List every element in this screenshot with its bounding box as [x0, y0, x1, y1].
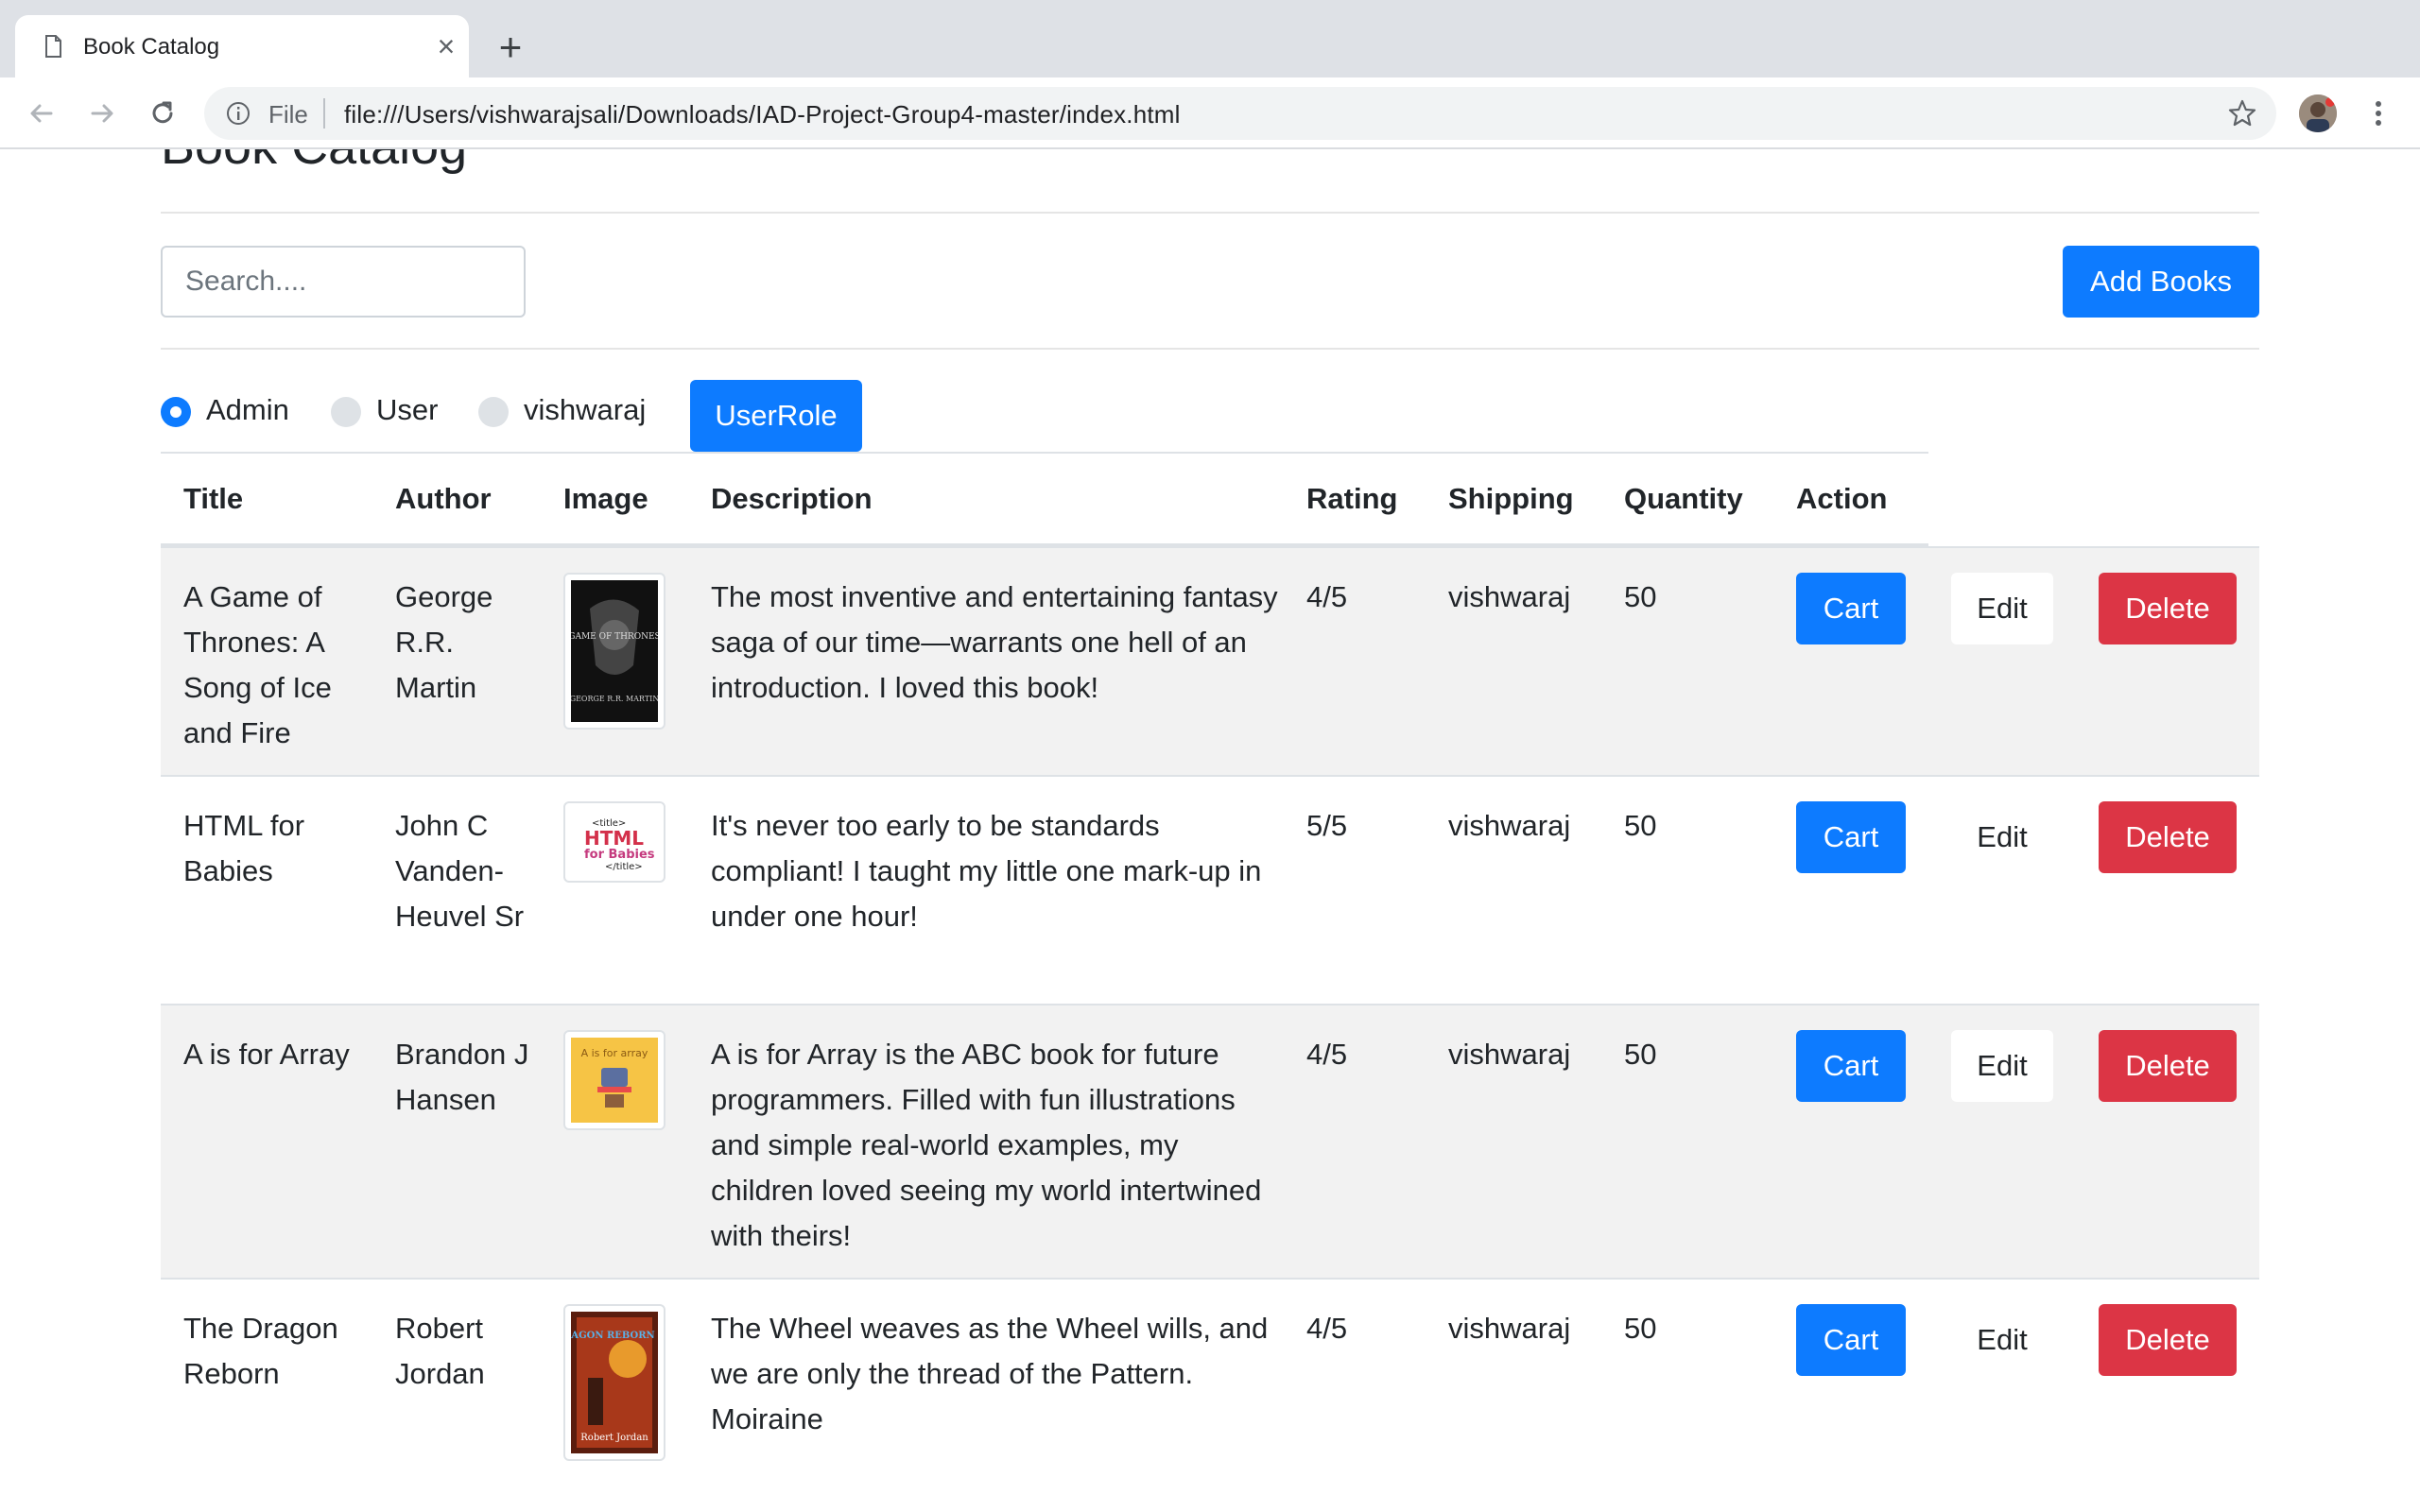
book-quantity: 50 [1624, 1312, 1657, 1345]
forward-arrow-icon[interactable] [81, 93, 123, 134]
url-scheme-label: File [268, 100, 308, 129]
book-author: George R.R. Martin [395, 580, 493, 704]
tab-title: Book Catalog [83, 34, 220, 60]
table-row: A Game of Thrones: A Song of Ice and Fir… [161, 546, 2259, 775]
address-bar[interactable]: File file:///Users/vishwarajsali/Downloa… [204, 87, 2276, 140]
edit-button[interactable]: Edit [1951, 1030, 2053, 1102]
delete-button[interactable]: Delete [2099, 801, 2237, 873]
book-description: It's never too early to be standards com… [711, 809, 1262, 933]
cover-text: DRAGON REBORN [571, 1331, 655, 1341]
book-cover-image: A is for array [563, 1030, 666, 1130]
column-header-shipping: Shipping [1448, 482, 1574, 515]
cover-text: GAME OF THRONES [571, 632, 658, 642]
delete-button[interactable]: Delete [2099, 1030, 2237, 1102]
info-icon[interactable] [225, 100, 251, 127]
new-tab-icon[interactable]: + [492, 27, 529, 67]
book-description: The most inventive and entertaining fant… [711, 580, 1278, 704]
bookmark-star-icon[interactable] [2227, 98, 2257, 129]
browser-tabstrip: Book Catalog × + [0, 0, 2420, 77]
omnibox-divider [323, 98, 325, 129]
book-shipping: vishwaraj [1448, 1038, 1571, 1071]
divider [161, 348, 2259, 350]
cover-text: for Babies [584, 848, 655, 862]
book-rating: 4/5 [1306, 580, 1348, 613]
cart-button[interactable]: Cart [1796, 801, 1906, 873]
page-title: Book Catalog [161, 149, 467, 176]
more-options-icon[interactable] [2363, 94, 2394, 132]
divider [161, 212, 2259, 214]
book-author: Robert Jordan [395, 1312, 485, 1390]
role-radio-vishwaraj[interactable] [478, 397, 509, 427]
book-rating: 4/5 [1306, 1312, 1348, 1345]
edit-button[interactable]: Edit [1951, 801, 2053, 873]
edit-button[interactable]: Edit [1951, 1304, 2053, 1376]
book-author: John C Vanden-Heuvel Sr [395, 809, 525, 933]
document-icon [45, 35, 61, 58]
delete-button[interactable]: Delete [2099, 1304, 2237, 1376]
book-shipping: vishwaraj [1448, 809, 1571, 842]
book-title: A Game of Thrones: A Song of Ice and Fir… [183, 580, 332, 749]
cover-text: Robert Jordan [580, 1433, 648, 1443]
role-radio-admin[interactable] [161, 397, 191, 427]
browser-toolbar: File file:///Users/vishwarajsali/Downloa… [0, 77, 2420, 149]
table-header: Title Author Image Description Rating Sh… [161, 452, 1928, 546]
book-description: The Wheel weaves as the Wheel wills, and… [711, 1312, 1269, 1435]
book-title: HTML for Babies [183, 809, 305, 887]
back-arrow-icon[interactable] [21, 93, 62, 134]
close-tab-icon[interactable]: × [431, 31, 461, 61]
book-description: A is for Array is the ABC book for futur… [711, 1038, 1262, 1252]
table-row: HTML for Babies John C Vanden-Heuvel Sr … [161, 775, 2259, 1004]
book-cover-image: DRAGON REBORN Robert Jordan [563, 1304, 666, 1461]
edit-button[interactable]: Edit [1951, 573, 2053, 644]
book-author: Brandon J Hansen [395, 1038, 529, 1116]
book-cover-image: <title> HTML for Babies </title> [563, 801, 666, 883]
reload-icon[interactable] [142, 93, 183, 134]
column-header-rating: Rating [1306, 482, 1398, 515]
url-text[interactable]: file:///Users/vishwarajsali/Downloads/IA… [344, 100, 1181, 129]
column-header-image: Image [563, 482, 648, 515]
column-header-description: Description [711, 482, 873, 515]
profile-avatar[interactable] [2299, 94, 2337, 132]
cart-button[interactable]: Cart [1796, 1030, 1906, 1102]
delete-button[interactable]: Delete [2099, 573, 2237, 644]
book-cover-image: GAME OF THRONES GEORGE R.R. MARTIN [563, 573, 666, 730]
book-shipping: vishwaraj [1448, 1312, 1571, 1345]
browser-tab[interactable]: Book Catalog × [15, 15, 469, 77]
search-input[interactable] [161, 246, 526, 318]
role-label-vishwaraj: vishwaraj [524, 393, 647, 426]
book-rating: 5/5 [1306, 809, 1348, 842]
column-header-action: Action [1796, 482, 1888, 515]
page-viewport: Book Catalog Add Books Admin User vishwa… [0, 149, 2420, 1512]
book-title: A is for Array [183, 1038, 350, 1071]
book-quantity: 50 [1624, 1038, 1657, 1071]
role-radio-user[interactable] [331, 397, 361, 427]
book-quantity: 50 [1624, 580, 1657, 613]
cover-text: </title> [605, 862, 643, 872]
book-rating: 4/5 [1306, 1038, 1348, 1071]
book-quantity: 50 [1624, 809, 1657, 842]
add-books-button[interactable]: Add Books [2063, 246, 2259, 318]
cover-text: A is for array [581, 1047, 648, 1059]
column-header-author: Author [395, 482, 492, 515]
book-title: The Dragon Reborn [183, 1312, 338, 1390]
column-header-quantity: Quantity [1624, 482, 1743, 515]
table-row: A is for Array Brandon J Hansen A is for… [161, 1004, 2259, 1278]
cart-button[interactable]: Cart [1796, 573, 1906, 644]
cart-button[interactable]: Cart [1796, 1304, 1906, 1376]
userrole-button[interactable]: UserRole [690, 380, 862, 452]
role-label-admin: Admin [206, 393, 289, 426]
book-shipping: vishwaraj [1448, 580, 1571, 613]
cover-text: HTML [584, 827, 644, 850]
table-row: The Dragon Reborn Robert Jordan DRAGON R… [161, 1278, 2259, 1512]
cover-text: GEORGE R.R. MARTIN [571, 695, 658, 703]
role-label-user: User [376, 393, 439, 426]
column-header-title: Title [183, 482, 244, 515]
